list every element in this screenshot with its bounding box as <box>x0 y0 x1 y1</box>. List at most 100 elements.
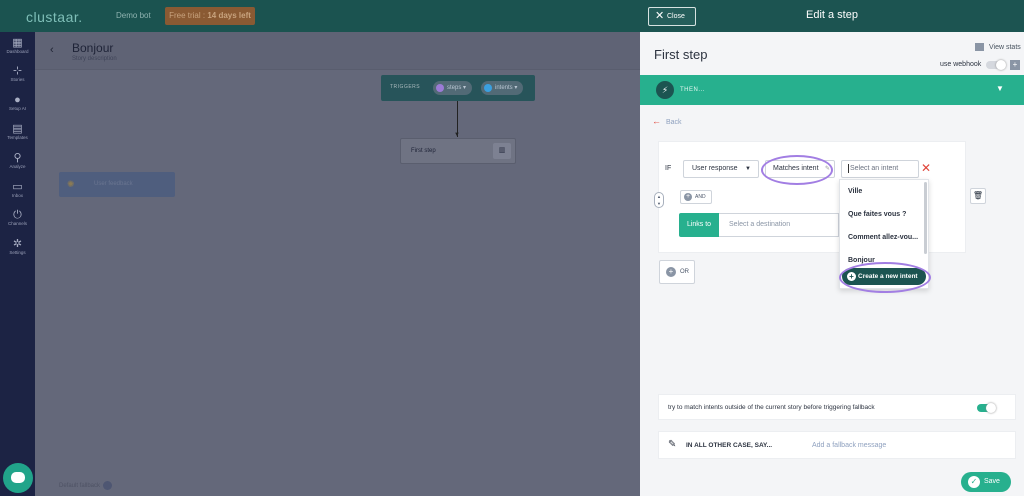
links-to-label: Links to <box>679 213 719 237</box>
trial-badge[interactable]: Free trial : 14 days left <box>165 7 255 25</box>
default-fallback-label[interactable]: Default fallback <box>59 481 113 490</box>
delete-condition-button[interactable]: 🗑 <box>970 188 986 204</box>
remove-condition-icon[interactable]: ✕ <box>921 162 931 174</box>
view-stats-label: View stats <box>989 43 1021 51</box>
chevron-down-icon[interactable]: ▼ <box>996 84 1004 93</box>
channels-icon: ⏻ <box>13 209 22 221</box>
fallback-node[interactable]: ✺ User feedback <box>59 172 175 197</box>
pencil-icon: ✎ <box>668 439 677 450</box>
intent-option[interactable]: Que faites vous ? <box>848 211 906 218</box>
templates-icon: ▤ <box>12 123 23 135</box>
webhook-label: use webhook <box>940 61 982 68</box>
add-webhook-icon[interactable]: + <box>1010 60 1020 70</box>
text-cursor <box>848 163 849 173</box>
reorder-handle-icon[interactable]: ▲ ▼ <box>654 192 664 208</box>
view-stats-link[interactable]: View stats <box>975 43 1021 51</box>
trial-prefix: Free trial : <box>169 11 206 20</box>
highlight-ellipse-operator <box>761 155 833 185</box>
then-section-header[interactable]: ⚡ THEN... ▼ <box>640 75 1024 105</box>
sidebar-item-inbox[interactable]: ▭ Inbox <box>0 181 35 199</box>
sidebar-item-label: Templates <box>7 135 28 140</box>
sidebar-item-label: Dashboard <box>6 49 29 54</box>
sidebar-item-setup-ai[interactable]: ● Setup AI <box>0 94 35 112</box>
app-logo[interactable]: clustaar. <box>26 9 83 25</box>
intent-fallback-toggle[interactable] <box>977 403 996 413</box>
triggers-node[interactable]: TRIGGERS steps ▾ intents ▾ <box>381 75 535 101</box>
stats-icon[interactable]: ▥ <box>493 143 511 159</box>
save-button[interactable]: ✓ Save <box>961 472 1011 492</box>
sidebar-item-dashboard[interactable]: ▦ Dashboard <box>0 37 35 55</box>
or-button[interactable]: + OR <box>659 260 695 284</box>
subject-select[interactable]: User response ▼ <box>683 160 759 178</box>
chat-widget-button[interactable] <box>3 463 33 493</box>
check-icon: ✓ <box>968 476 980 488</box>
dropdown-scrollbar[interactable] <box>924 182 927 254</box>
sidebar-item-label: Settings <box>9 250 26 255</box>
sidebar-item-label: Analyze <box>9 164 26 169</box>
story-description[interactable]: Story description <box>72 56 117 62</box>
trigger-pill-steps[interactable]: steps ▾ <box>433 81 473 95</box>
story-title: Bonjour <box>72 41 114 55</box>
sidebar-item-label: Channels <box>7 221 27 226</box>
plus-icon: + <box>684 193 692 201</box>
intent-fallback-row: try to match intents outside of the curr… <box>658 394 1016 420</box>
settings-icon: ✲ <box>12 238 23 250</box>
trigger-pill-label: intents <box>495 85 513 91</box>
trigger-pill-intents[interactable]: intents ▾ <box>481 81 524 95</box>
top-bar: clustaar. Demo bot Free trial : 14 days … <box>0 0 640 32</box>
intent-option[interactable]: Comment allez-vou... <box>848 234 918 241</box>
analyze-icon: ⚲ <box>13 152 22 164</box>
back-link[interactable]: ← Back <box>652 116 682 126</box>
panel-title: Edit a step <box>806 9 858 21</box>
sidebar-item-settings[interactable]: ✲ Settings <box>0 238 35 256</box>
stories-icon: ⊹ <box>12 65 23 77</box>
intent-option[interactable]: Ville <box>848 188 862 195</box>
and-button[interactable]: + AND <box>680 190 712 204</box>
or-label: OR <box>680 269 689 275</box>
webhook-toggle[interactable] <box>986 60 1006 70</box>
other-case-label: IN ALL OTHER CASE, SAY... <box>686 442 773 449</box>
sidebar-item-analyze[interactable]: ⚲ Analyze <box>0 152 35 170</box>
help-icon <box>103 481 113 490</box>
node-label: First step <box>411 148 436 154</box>
sidebar: ▦ Dashboard ⊹ Stories ● Setup AI ▤ Templ… <box>0 32 35 496</box>
story-header <box>35 32 640 70</box>
intents-dot-icon <box>484 84 492 92</box>
add-fallback-message-link[interactable]: Add a fallback message <box>812 442 886 449</box>
sidebar-item-templates[interactable]: ▤ Templates <box>0 123 35 141</box>
intent-input[interactable]: Select an intent <box>841 160 919 178</box>
panel-header: ✕ Close Edit a step <box>640 0 1024 32</box>
default-fallback-text: Default fallback <box>59 483 101 490</box>
trigger-pill-label: steps <box>447 85 462 91</box>
other-case-row: ✎ IN ALL OTHER CASE, SAY... Add a fallba… <box>658 431 1016 459</box>
story-canvas[interactable] <box>35 32 640 496</box>
and-label: AND <box>695 194 706 200</box>
sidebar-item-channels[interactable]: ⏻ Channels <box>0 209 35 227</box>
back-arrow-icon[interactable]: ‹ <box>50 44 54 56</box>
trash-icon: 🗑 <box>972 191 984 200</box>
sidebar-item-label: Stories <box>10 77 25 82</box>
save-label: Save <box>984 478 1000 485</box>
subject-value: User response <box>692 165 738 172</box>
sidebar-item-stories[interactable]: ⊹ Stories <box>0 65 35 83</box>
step-name[interactable]: First step <box>654 47 707 62</box>
bot-name[interactable]: Demo bot <box>116 11 151 20</box>
triggers-label: TRIGGERS <box>390 84 421 90</box>
chat-bubble-icon <box>11 472 25 483</box>
fallback-node-label: User feedback <box>94 181 133 187</box>
first-step-node[interactable]: First step ▥ <box>400 138 516 164</box>
caret-down-icon: ▼ <box>745 166 751 172</box>
destination-select[interactable]: Select a destination <box>719 213 839 237</box>
intent-placeholder: Select an intent <box>850 165 899 172</box>
then-label: THEN... <box>680 87 705 93</box>
sidebar-item-label: Inbox <box>11 193 23 198</box>
edit-step-panel: ✕ Close Edit a step First step View stat… <box>640 0 1024 496</box>
steps-dot-icon <box>436 84 444 92</box>
ai-head-icon: ● <box>14 94 21 106</box>
messenger-icon: ⚡ <box>656 81 674 99</box>
arrow-left-icon: ← <box>652 116 661 126</box>
inbox-icon: ▭ <box>12 181 23 193</box>
if-label: IF <box>665 165 672 172</box>
trial-days: 14 days left <box>207 11 251 20</box>
intent-fallback-text: try to match intents outside of the curr… <box>668 404 875 411</box>
